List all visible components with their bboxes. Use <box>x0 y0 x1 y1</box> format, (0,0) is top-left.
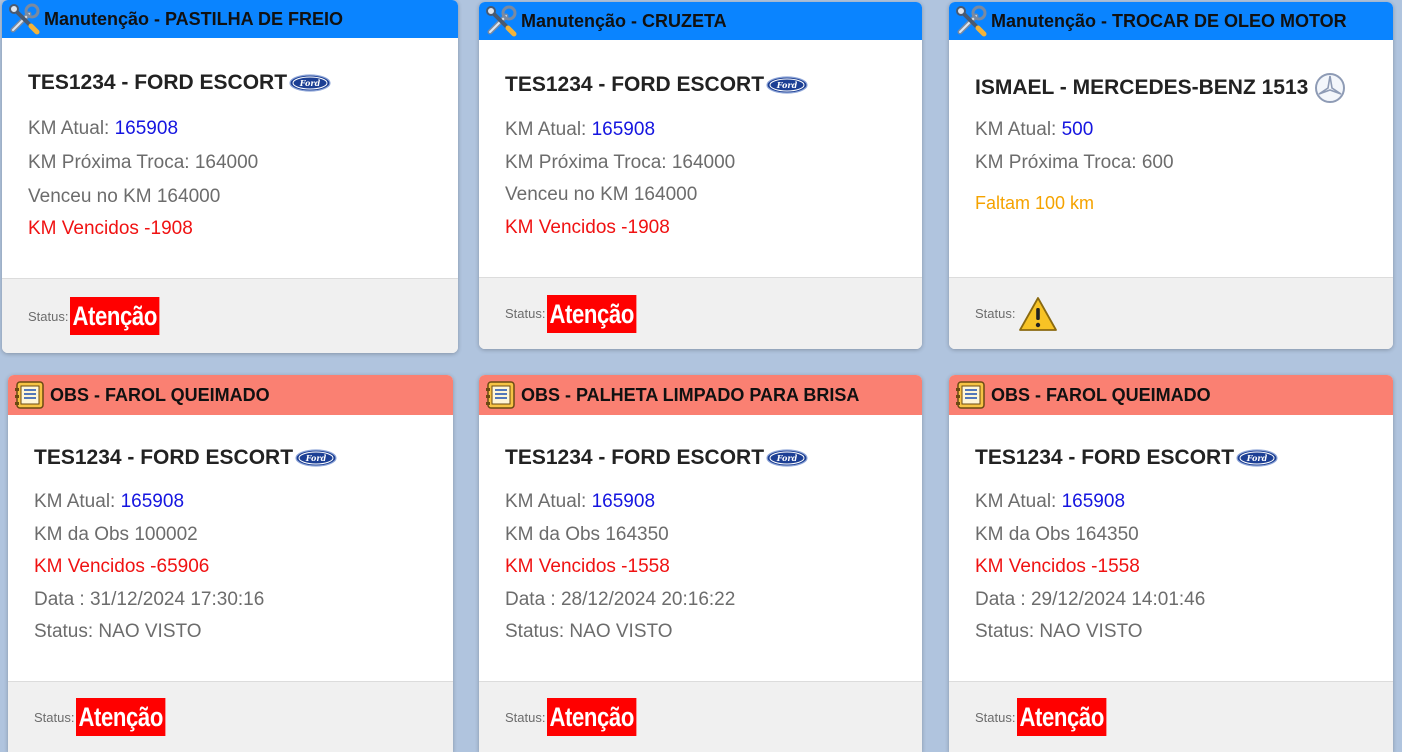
card-header: Manutenção - CRUZETA <box>479 2 922 40</box>
obs-card-1[interactable]: OBS - FAROL QUEIMADO TES1234 - FORD ESCO… <box>8 375 453 752</box>
km-da-obs: KM da Obs 100002 <box>34 524 198 545</box>
ford-logo-icon <box>1236 449 1278 467</box>
vehicle-title: TES1234 - FORD ESCORT <box>975 446 1278 470</box>
vehicle-name: TES1234 - FORD ESCORT <box>34 446 294 469</box>
km-atual-label: KM Atual: <box>28 118 115 139</box>
km-vencidos: KM Vencidos -1908 <box>505 217 670 238</box>
km-atual: KM Atual: 165908 <box>505 119 655 141</box>
status-label: Status: <box>975 306 1016 321</box>
obs-card-3[interactable]: OBS - FAROL QUEIMADO TES1234 - FORD ESCO… <box>949 375 1393 752</box>
vehicle-title: TES1234 - FORD ESCORT <box>505 73 808 97</box>
km-vencidos: KM Vencidos -1558 <box>505 556 670 577</box>
km-proxima-troca: KM Próxima Troca: 164000 <box>28 152 259 173</box>
km-atual: KM Atual: 165908 <box>28 118 178 140</box>
status-label: Status: <box>505 709 546 725</box>
tools-icon <box>951 3 991 39</box>
status-badge: Atenção <box>547 698 637 736</box>
obs-date: Data : 29/12/2024 14:01:46 <box>975 589 1206 610</box>
card-footer: Status: Atenção <box>479 277 922 349</box>
venceu-no-km: Venceu no KM 164000 <box>28 186 221 207</box>
status-badge: Atenção <box>547 294 637 333</box>
status-label: Status: <box>34 709 75 725</box>
card-footer: Status: <box>949 277 1393 349</box>
card-title: OBS - PALHETA LIMPADO PARA BRISA <box>521 384 860 405</box>
card-footer: Status: Atenção <box>949 681 1393 752</box>
card-header: OBS - FAROL QUEIMADO <box>949 375 1393 415</box>
obs-status: Status: NAO VISTO <box>975 621 1143 642</box>
km-atual-label: KM Atual: <box>975 491 1062 512</box>
card-title: Manutenção - CRUZETA <box>521 10 727 31</box>
km-da-obs: KM da Obs 164350 <box>975 524 1139 545</box>
km-atual-value: 165908 <box>114 118 179 139</box>
card-footer: Status: Atenção <box>479 681 922 752</box>
venceu-no-km: Venceu no KM 164000 <box>505 184 698 205</box>
maintenance-card-2[interactable]: Manutenção - CRUZETA TES1234 - FORD ESCO… <box>479 2 922 349</box>
vehicle-name: TES1234 - FORD ESCORT <box>975 446 1235 469</box>
km-da-obs: KM da Obs 164350 <box>505 524 669 545</box>
vehicle-name: TES1234 - FORD ESCORT <box>505 73 765 96</box>
card-header: Manutenção - TROCAR DE OLEO MOTOR <box>949 2 1393 40</box>
vehicle-title: TES1234 - FORD ESCORT <box>28 71 331 95</box>
card-header: OBS - PALHETA LIMPADO PARA BRISA <box>479 375 922 415</box>
warning-icon <box>1019 296 1058 331</box>
km-vencidos: KM Vencidos -65906 <box>34 556 210 577</box>
km-atual: KM Atual: 500 <box>975 119 1093 141</box>
tools-icon <box>481 3 521 39</box>
vehicle-title: ISMAEL - MERCEDES-BENZ 1513 <box>975 72 1346 104</box>
card-header: Manutenção - PASTILHA DE FREIO <box>2 0 458 38</box>
status-label: Status: <box>28 308 69 324</box>
km-atual-label: KM Atual: <box>505 491 592 512</box>
ford-logo-icon <box>766 76 808 94</box>
km-atual: KM Atual: 165908 <box>505 491 655 513</box>
card-header: OBS - FAROL QUEIMADO <box>8 375 453 415</box>
km-atual-label: KM Atual: <box>975 119 1062 140</box>
notes-icon <box>481 377 521 413</box>
card-title: OBS - FAROL QUEIMADO <box>991 384 1211 405</box>
km-proxima-troca: KM Próxima Troca: 164000 <box>505 152 736 173</box>
status-badge: Atenção <box>1017 698 1107 736</box>
status-label: Status: <box>505 306 546 321</box>
notes-icon <box>10 377 50 413</box>
vehicle-name: TES1234 - FORD ESCORT <box>505 446 765 469</box>
card-title: OBS - FAROL QUEIMADO <box>50 384 270 405</box>
km-atual-value: 165908 <box>120 491 185 512</box>
vehicle-title: TES1234 - FORD ESCORT <box>505 446 808 470</box>
obs-status: Status: NAO VISTO <box>505 621 673 642</box>
km-atual-label: KM Atual: <box>34 491 121 512</box>
status-label: Status: <box>975 709 1016 725</box>
status-badge: Atenção <box>70 297 160 335</box>
km-atual-value: 165908 <box>1061 491 1126 512</box>
km-atual-value: 165908 <box>591 119 656 140</box>
card-footer: Status: Atenção <box>2 278 458 353</box>
notes-icon <box>951 377 991 413</box>
card-title: Manutenção - TROCAR DE OLEO MOTOR <box>991 10 1347 31</box>
obs-status: Status: NAO VISTO <box>34 621 202 642</box>
km-vencidos: KM Vencidos -1908 <box>28 218 193 239</box>
km-proxima-troca: KM Próxima Troca: 600 <box>975 152 1174 173</box>
km-atual: KM Atual: 165908 <box>34 491 184 513</box>
obs-card-2[interactable]: OBS - PALHETA LIMPADO PARA BRISA TES1234… <box>479 375 922 752</box>
km-atual: KM Atual: 165908 <box>975 491 1125 513</box>
card-title: Manutenção - PASTILHA DE FREIO <box>44 8 344 29</box>
tools-icon <box>4 1 44 37</box>
obs-date: Data : 31/12/2024 17:30:16 <box>34 589 265 610</box>
ford-logo-icon <box>766 449 808 467</box>
ford-logo-icon <box>289 74 331 92</box>
card-footer: Status: Atenção <box>8 681 453 752</box>
km-atual-value: 500 <box>1061 119 1094 140</box>
vehicle-name: TES1234 - FORD ESCORT <box>28 71 288 94</box>
km-vencidos: KM Vencidos -1558 <box>975 556 1140 577</box>
km-atual-value: 165908 <box>591 491 656 512</box>
maintenance-card-1[interactable]: Manutenção - PASTILHA DE FREIO TES1234 -… <box>2 0 458 353</box>
obs-date: Data : 28/12/2024 20:16:22 <box>505 589 736 610</box>
maintenance-card-3[interactable]: Manutenção - TROCAR DE OLEO MOTOR ISMAEL… <box>949 2 1393 349</box>
vehicle-name: ISMAEL - MERCEDES-BENZ 1513 <box>975 76 1309 99</box>
ford-logo-icon <box>295 449 337 467</box>
km-atual-label: KM Atual: <box>505 119 592 140</box>
mercedes-logo-icon <box>1315 73 1346 103</box>
vehicle-title: TES1234 - FORD ESCORT <box>34 446 337 470</box>
status-badge: Atenção <box>76 698 166 736</box>
faltam-km: Faltam 100 km <box>975 193 1095 213</box>
